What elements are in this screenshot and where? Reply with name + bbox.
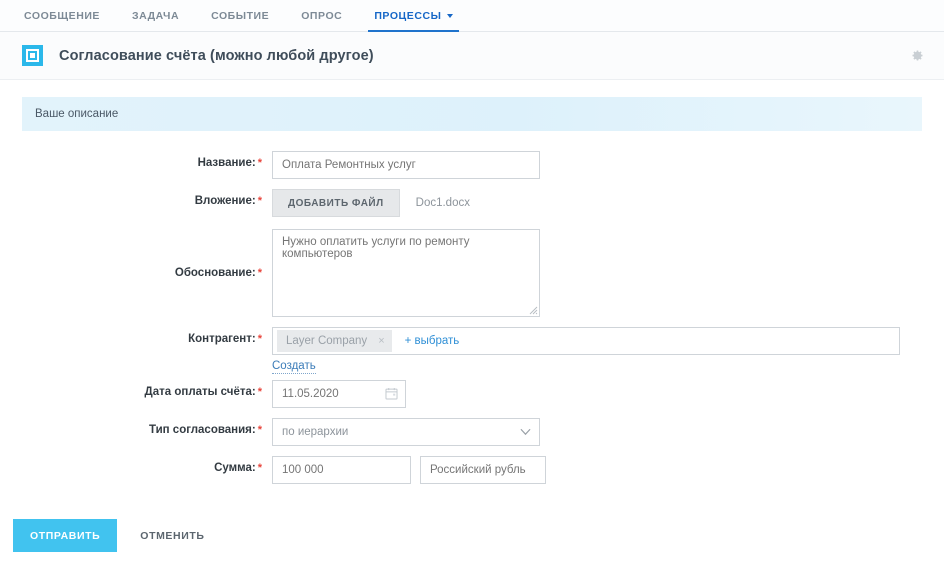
top-tab-bar: СООБЩЕНИЕ ЗАДАЧА СОБЫТИЕ ОПРОС ПРОЦЕССЫ (0, 0, 944, 32)
tab-processes[interactable]: ПРОЦЕССЫ (358, 0, 469, 32)
contractor-picker-box[interactable]: Layer Company × + выбрать (272, 327, 900, 355)
amount-input[interactable] (272, 456, 411, 484)
currency-input[interactable] (420, 456, 546, 484)
required-marker: * (257, 267, 262, 279)
label-amount: Сумма: * (0, 456, 272, 474)
tab-task[interactable]: ЗАДАЧА (116, 0, 195, 31)
tab-event[interactable]: СОБЫТИЕ (195, 0, 285, 31)
contractor-tag-label: Layer Company (286, 335, 368, 347)
name-input[interactable] (272, 151, 540, 179)
tab-poll[interactable]: ОПРОС (285, 0, 358, 31)
tab-task-label: ЗАДАЧА (132, 9, 180, 22)
required-marker: * (257, 386, 262, 398)
tab-poll-label: ОПРОС (301, 9, 343, 22)
tab-message-label: СООБЩЕНИЕ (24, 9, 100, 22)
close-icon[interactable]: × (378, 335, 384, 347)
contractor-create-link[interactable]: Создать (272, 359, 316, 374)
label-attachment-text: Вложение: (194, 195, 256, 207)
description-band: Ваше описание (22, 97, 922, 131)
form-row-justification: Обоснование: * (0, 227, 944, 319)
label-approval-type: Тип согласования: * (0, 418, 272, 436)
attached-file-name: Doc1.docx (415, 197, 470, 209)
form-row-amount: Сумма: * (0, 456, 944, 484)
label-approval-type-text: Тип согласования: (149, 424, 256, 436)
required-marker: * (257, 424, 262, 436)
process-form: Название:* Вложение:* ДОБАВИТЬ ФАЙЛ Doc1… (0, 151, 944, 484)
pay-date-input[interactable] (272, 380, 406, 408)
label-justification: Обоснование: * (0, 267, 272, 279)
add-file-button[interactable]: ДОБАВИТЬ ФАЙЛ (272, 189, 400, 217)
approval-type-select[interactable]: по иерархии (272, 418, 540, 446)
tab-message[interactable]: СООБЩЕНИЕ (8, 0, 116, 31)
gear-icon[interactable] (908, 47, 926, 65)
label-pay-date: Дата оплаты счёта: * (0, 380, 272, 398)
form-footer: ОТПРАВИТЬ ОТМЕНИТЬ (0, 510, 944, 561)
label-name-text: Название: (197, 157, 256, 169)
required-marker: * (257, 333, 262, 345)
label-name: Название: * (0, 151, 272, 169)
label-amount-text: Сумма: (214, 462, 256, 474)
form-row-contractor: Контрагент: * Layer Company × + выбрать С… (0, 327, 944, 374)
required-marker: * (257, 195, 262, 207)
submit-button[interactable]: ОТПРАВИТЬ (13, 519, 118, 552)
chevron-down-icon (447, 13, 454, 18)
tab-processes-label: ПРОЦЕССЫ (374, 9, 442, 22)
contractor-tag[interactable]: Layer Company × (277, 330, 392, 352)
process-form-page: Ваше описание Название:* Вложение:* ДОБА… (0, 80, 944, 561)
page-title: Согласование счёта (можно любой другое) (59, 47, 374, 64)
tab-event-label: СОБЫТИЕ (211, 9, 270, 22)
label-justification-text: Обоснование: (174, 267, 256, 279)
contractor-select-link[interactable]: + выбрать (405, 335, 460, 347)
cancel-button[interactable]: ОТМЕНИТЬ (134, 529, 210, 543)
form-row-name: Название: * (0, 151, 944, 179)
form-row-approval-type: Тип согласования: * по иерархии (0, 418, 944, 446)
label-attachment: Вложение: * (0, 189, 272, 207)
process-title-bar: Согласование счёта (можно любой другое) (0, 32, 944, 80)
process-square-icon (22, 45, 43, 66)
label-contractor: Контрагент: * (0, 327, 272, 345)
justification-textarea[interactable] (272, 229, 540, 317)
label-pay-date-text: Дата оплаты счёта: (144, 386, 256, 398)
label-contractor-text: Контрагент: (188, 333, 256, 345)
form-row-pay-date: Дата оплаты счёта: * (0, 380, 944, 408)
required-marker: * (257, 462, 262, 474)
required-marker: * (257, 157, 262, 169)
form-row-attachment: Вложение: * ДОБАВИТЬ ФАЙЛ Doc1.docx (0, 189, 944, 217)
description-band-text: Ваше описание (35, 108, 119, 120)
